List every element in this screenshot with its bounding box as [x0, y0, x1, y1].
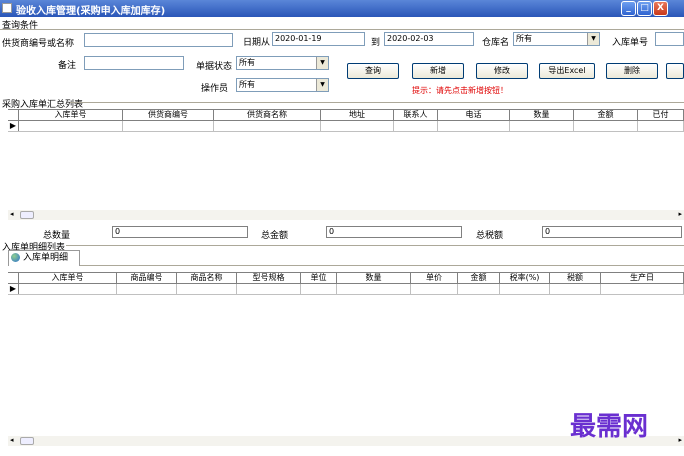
operator-select[interactable]: 所有 ▼	[236, 78, 329, 92]
column-header[interactable]: 入库单号	[19, 273, 117, 283]
tab-baseline	[80, 265, 684, 266]
scroll-right-icon[interactable]: ▸	[678, 210, 682, 218]
order-no-label: 入库单号	[612, 38, 649, 48]
column-header[interactable]: 电话	[438, 110, 510, 120]
status-value: 所有	[239, 58, 255, 67]
column-header[interactable]: 已付	[638, 110, 684, 120]
detail-grid-header: 入库单号 商品编号 商品名称 型号规格 单位 数量 单价 金额 税率(%) 税额…	[8, 272, 684, 284]
minimize-button[interactable]: _	[621, 1, 636, 16]
column-header[interactable]: 金额	[458, 273, 500, 283]
column-header[interactable]: 入库单号	[19, 110, 123, 120]
remark-input[interactable]	[84, 56, 184, 70]
table-row[interactable]: ▶	[8, 121, 684, 132]
row-indicator-icon: ▶	[8, 121, 19, 131]
total-tax-label: 总税额	[476, 231, 504, 241]
export-excel-button[interactable]: 导出Excel	[539, 63, 595, 79]
status-label: 单据状态	[196, 62, 233, 72]
column-header[interactable]: 税额	[550, 273, 601, 283]
column-header[interactable]: 生产日	[601, 273, 684, 283]
scroll-thumb[interactable]	[20, 437, 34, 445]
title-bar: 验收入库管理(采购申入库加库存) _ □ X	[0, 0, 684, 17]
watermark-logo: 最需网	[570, 412, 649, 442]
date-to-input[interactable]: 2020-02-03	[384, 32, 474, 46]
column-header[interactable]: 商品名称	[177, 273, 237, 283]
column-header[interactable]: 数量	[337, 273, 411, 283]
column-header[interactable]: 地址	[321, 110, 394, 120]
extra-button[interactable]	[666, 63, 684, 79]
total-amount-label: 总金额	[261, 231, 289, 241]
hint-text: 提示：请先点击新增按钮！	[412, 86, 508, 95]
grid-corner	[8, 273, 19, 283]
column-header[interactable]: 联系人	[394, 110, 438, 120]
scroll-thumb[interactable]	[20, 211, 34, 219]
add-button[interactable]: 新增	[412, 63, 464, 79]
table-row[interactable]: ▶	[8, 284, 684, 295]
warehouse-label: 仓库名	[482, 38, 510, 48]
column-header[interactable]: 税率(%)	[500, 273, 550, 283]
column-header[interactable]: 单价	[411, 273, 458, 283]
order-no-input[interactable]	[655, 32, 684, 46]
column-header[interactable]: 型号规格	[237, 273, 301, 283]
window-title: 验收入库管理(采购申入库加库存)	[16, 6, 166, 17]
maximize-button[interactable]: □	[637, 1, 652, 16]
operator-label: 操作员	[201, 84, 229, 94]
edit-button[interactable]: 修改	[476, 63, 528, 79]
chevron-down-icon[interactable]: ▼	[316, 79, 328, 91]
tab-detail-label: 入库单明细	[23, 253, 69, 263]
supplier-label: 供货商编号或名称	[2, 39, 75, 49]
operator-value: 所有	[239, 80, 255, 89]
total-qty-value: 0	[112, 226, 248, 238]
row-indicator-icon: ▶	[8, 284, 19, 294]
column-header[interactable]: 数量	[510, 110, 574, 120]
column-header[interactable]: 商品编号	[117, 273, 177, 283]
scroll-left-icon[interactable]: ◂	[10, 436, 14, 444]
date-from-label: 日期从	[243, 38, 271, 48]
date-to-label: 到	[371, 38, 381, 48]
globe-icon	[11, 253, 20, 262]
summary-divider	[70, 102, 684, 103]
summary-hscroll[interactable]: ◂ ▸	[8, 210, 684, 220]
total-amount-value: 0	[326, 226, 462, 238]
column-header[interactable]: 金额	[574, 110, 638, 120]
scroll-right-icon[interactable]: ▸	[678, 436, 682, 444]
status-select[interactable]: 所有 ▼	[236, 56, 329, 70]
remark-label: 备注	[58, 61, 77, 71]
scroll-left-icon[interactable]: ◂	[10, 210, 14, 218]
query-divider	[0, 29, 684, 30]
app-icon	[2, 3, 12, 13]
close-button[interactable]: X	[653, 1, 668, 16]
column-header[interactable]: 供货商编号	[123, 110, 214, 120]
column-header[interactable]: 供货商名称	[214, 110, 321, 120]
supplier-input[interactable]	[84, 33, 233, 47]
delete-button[interactable]: 删除	[606, 63, 658, 79]
warehouse-select[interactable]: 所有 ▼	[513, 32, 600, 46]
warehouse-value: 所有	[516, 34, 532, 43]
chevron-down-icon[interactable]: ▼	[587, 33, 599, 45]
query-button[interactable]: 查询	[347, 63, 399, 79]
detail-divider	[66, 245, 684, 246]
summary-grid-header: 入库单号 供货商编号 供货商名称 地址 联系人 电话 数量 金额 已付	[8, 109, 684, 121]
date-from-input[interactable]: 2020-01-19	[272, 32, 365, 46]
column-header[interactable]: 单位	[301, 273, 337, 283]
total-tax-value: 0	[542, 226, 682, 238]
chevron-down-icon[interactable]: ▼	[316, 57, 328, 69]
tab-detail[interactable]: 入库单明细	[8, 250, 80, 266]
grid-corner	[8, 110, 19, 120]
